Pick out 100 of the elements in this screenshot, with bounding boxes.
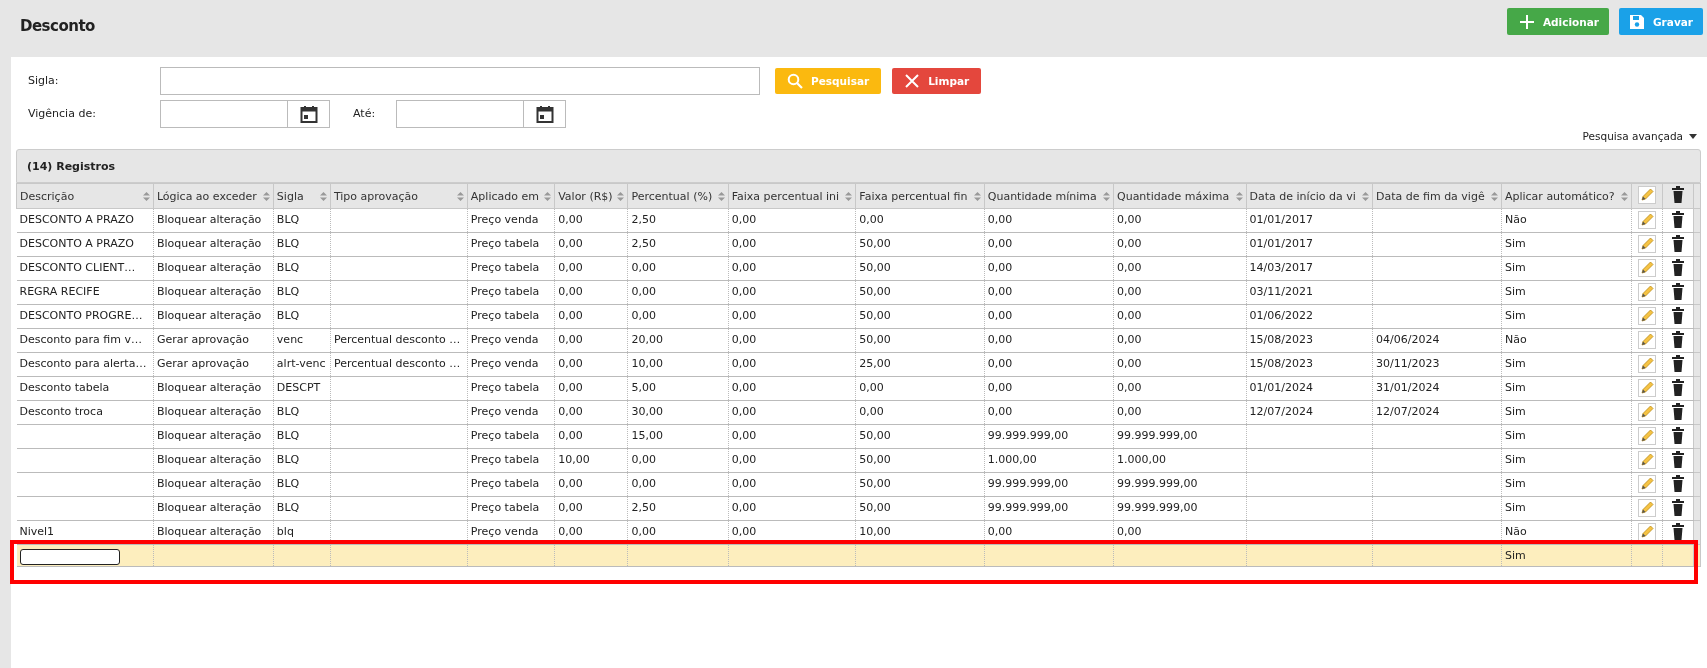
column-header[interactable]: Sigla — [273, 183, 331, 209]
date-input-field[interactable] — [160, 99, 288, 128]
column-header[interactable]: Aplicado em — [467, 183, 555, 209]
pencil-icon[interactable] — [1638, 355, 1656, 373]
pencil-icon[interactable] — [1638, 185, 1656, 204]
table-cell: DESCONTO A PRAZO — [16, 208, 154, 233]
sort-icon[interactable] — [1621, 191, 1628, 201]
pencil-icon[interactable] — [1638, 523, 1656, 541]
table-cell: 99.999.999,00 — [1113, 472, 1247, 497]
sort-icon[interactable] — [1490, 191, 1498, 201]
table-cell: 0,00 — [984, 400, 1114, 425]
pencil-icon[interactable] — [1638, 211, 1656, 229]
table-cell: 0,00 — [728, 400, 856, 425]
table-cell: Bloquear alteração — [153, 280, 274, 305]
pencil-icon[interactable] — [1638, 331, 1656, 349]
trash-icon[interactable] — [1671, 211, 1685, 228]
sort-icon[interactable] — [1362, 191, 1369, 201]
column-header[interactable]: Data de fim da vigê — [1372, 183, 1502, 209]
table-cell: 99.999.999,00 — [984, 496, 1114, 521]
trash-icon[interactable] — [1671, 355, 1685, 372]
pencil-icon[interactable] — [1638, 499, 1656, 517]
trash-icon[interactable] — [1671, 475, 1685, 492]
trash-icon[interactable] — [1671, 403, 1685, 420]
pencil-icon[interactable] — [1638, 427, 1656, 445]
field-label: Até: — [353, 107, 377, 120]
column-header[interactable]: Lógica ao exceder — [153, 183, 274, 209]
sort-icon[interactable] — [262, 191, 270, 201]
column-header[interactable]: Descrição — [16, 183, 154, 209]
pencil-icon[interactable] — [1638, 379, 1656, 397]
column-header[interactable]: Faixa percentual ini — [728, 183, 856, 209]
trash-icon[interactable] — [1671, 523, 1685, 540]
table-cell: Desconto para alerta… — [16, 352, 154, 377]
table-cell: Sim — [1501, 232, 1632, 257]
trash-icon[interactable] — [1671, 283, 1685, 300]
trash-icon[interactable] — [1671, 331, 1685, 348]
plus-icon — [1518, 13, 1535, 30]
table-cell: Preço tabela — [467, 496, 555, 521]
trash-icon[interactable] — [1671, 186, 1685, 203]
column-header[interactable]: Percentual (%) — [628, 183, 729, 209]
table-cell: Bloquear alteração — [153, 424, 274, 449]
table-cell: 0,00 — [1113, 208, 1247, 233]
column-header[interactable]: Data de início da vi — [1246, 183, 1373, 209]
pencil-icon[interactable] — [1638, 451, 1656, 469]
column-header[interactable]: Tipo aprovação — [330, 183, 468, 209]
sigla-input-field[interactable] — [160, 66, 760, 95]
sort-icon[interactable] — [544, 191, 552, 201]
date-input-field[interactable] — [396, 99, 524, 128]
trash-icon[interactable] — [1671, 235, 1685, 252]
description-input-field[interactable] — [19, 549, 120, 565]
trash-icon[interactable] — [1671, 379, 1685, 396]
sort-icon[interactable] — [973, 191, 981, 201]
table-cell: DESCPT — [273, 376, 331, 401]
table-cell: 99.999.999,00 — [984, 472, 1114, 497]
pencil-icon[interactable] — [1638, 307, 1656, 325]
sort-icon[interactable] — [617, 191, 625, 201]
table-cell: Não — [1501, 208, 1632, 233]
pencil-icon[interactable] — [1638, 403, 1656, 421]
trash-icon[interactable] — [1671, 499, 1685, 516]
table-cell: 12/07/2024 — [1372, 400, 1502, 425]
calendar-icon[interactable] — [535, 104, 554, 123]
pencil-icon[interactable] — [1638, 235, 1656, 253]
column-header[interactable]: Aplicar automático? — [1501, 183, 1632, 209]
table-cell: 0,00 — [728, 352, 856, 377]
table-cell: 25,00 — [855, 352, 985, 377]
column-header[interactable]: Valor (R$) — [554, 183, 628, 209]
sort-icon[interactable] — [845, 191, 853, 201]
pencil-icon[interactable] — [1638, 475, 1656, 493]
table-cell: Gerar aprovação — [153, 352, 274, 377]
sort-icon[interactable] — [456, 191, 464, 201]
trash-icon[interactable] — [1671, 259, 1685, 276]
trash-icon[interactable] — [1671, 451, 1685, 468]
table-cell: Preço venda — [467, 328, 555, 353]
column-header[interactable]: Quantidade mínima — [984, 183, 1114, 209]
table-cell: Bloquear alteração — [153, 208, 274, 233]
table-cell: Não — [1501, 328, 1632, 353]
table-cell: 0,00 — [1113, 280, 1247, 305]
table-cell: Bloquear alteração — [153, 472, 274, 497]
sort-icon[interactable] — [1235, 191, 1243, 201]
table-cell: 01/01/2017 — [1246, 208, 1373, 233]
sort-icon[interactable] — [717, 191, 725, 201]
table-cell: 1.000,00 — [984, 448, 1114, 473]
column-header[interactable]: Quantidade máxima — [1113, 183, 1247, 209]
table-cell: Preço venda — [467, 208, 555, 233]
table-cell: 0,00 — [1113, 304, 1247, 329]
column-header[interactable]: Faixa percentual fin — [855, 183, 985, 209]
trash-icon[interactable] — [1671, 307, 1685, 324]
table-cell: Preço tabela — [467, 280, 555, 305]
pencil-icon[interactable] — [1638, 259, 1656, 277]
table-cell: DESCONTO CLIENT… — [16, 256, 154, 281]
sort-icon[interactable] — [142, 191, 150, 201]
table-cell: Bloquear alteração — [153, 376, 274, 401]
pencil-icon[interactable] — [1638, 283, 1656, 301]
trash-icon[interactable] — [1671, 427, 1685, 444]
table-cell: Bloquear alteração — [153, 232, 274, 257]
sort-icon[interactable] — [319, 191, 327, 201]
table-cell: 0,00 — [628, 280, 729, 305]
calendar-icon[interactable] — [299, 104, 318, 123]
clear-button[interactable]: Limpar — [892, 67, 982, 94]
advanced-search-link[interactable]: Pesquisa avançada — [1582, 130, 1697, 142]
sort-icon[interactable] — [1103, 191, 1110, 201]
